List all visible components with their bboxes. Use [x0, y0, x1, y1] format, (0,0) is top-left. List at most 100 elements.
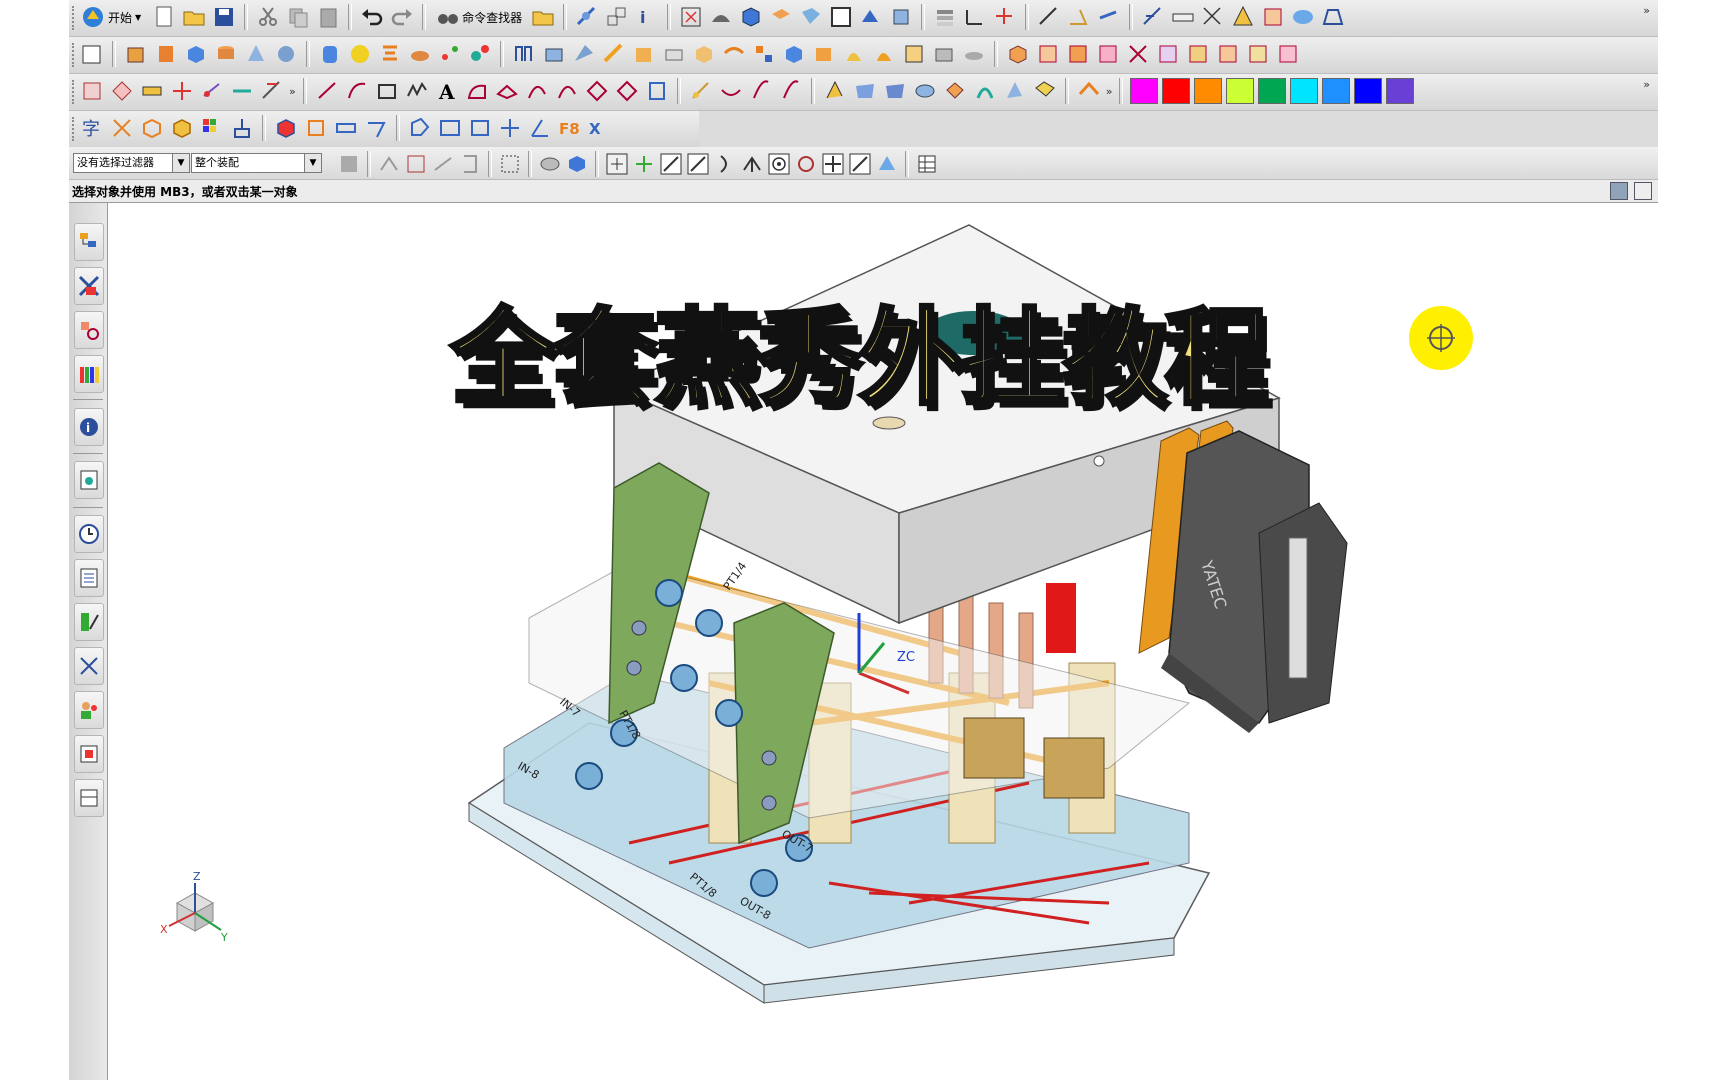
helix-icon[interactable]	[644, 78, 670, 104]
color-swatch-green[interactable]	[1258, 78, 1287, 104]
mirror-icon[interactable]	[781, 41, 807, 67]
maximize-icon[interactable]	[1634, 182, 1652, 200]
snap-line-icon[interactable]	[659, 152, 683, 176]
plate-array-icon[interactable]	[467, 115, 493, 141]
web-browser-tab[interactable]	[74, 461, 104, 499]
mold-base-icon[interactable]	[1035, 41, 1061, 67]
datum-csys-icon[interactable]	[169, 78, 195, 104]
select-region-icon[interactable]	[498, 152, 522, 176]
trim-curve-icon[interactable]	[688, 78, 714, 104]
sew-icon[interactable]	[972, 78, 998, 104]
snap-midpoint-icon[interactable]	[632, 152, 656, 176]
offset-surface-icon[interactable]	[942, 78, 968, 104]
process-studio-tab[interactable]	[74, 603, 104, 641]
text-icon[interactable]: A	[434, 78, 460, 104]
offset-curve-icon[interactable]	[464, 78, 490, 104]
subtract-icon[interactable]	[961, 41, 987, 67]
color-swatch-cyan[interactable]	[1290, 78, 1319, 104]
point-set-icon[interactable]	[79, 78, 105, 104]
cut-icon[interactable]	[255, 4, 281, 30]
plate-icon[interactable]	[333, 115, 359, 141]
layout-icon[interactable]	[604, 4, 630, 30]
point-icon[interactable]	[199, 78, 225, 104]
selection-scope-dropdown[interactable]: 整个装配 ▼	[191, 153, 322, 173]
layer-settings-icon[interactable]	[932, 4, 958, 30]
full-screen-icon[interactable]	[1610, 182, 1628, 200]
toolbar-grip[interactable]	[72, 6, 78, 30]
snap-tangent-icon[interactable]	[686, 152, 710, 176]
extrude-shape-icon[interactable]	[1320, 4, 1346, 30]
step-icon[interactable]	[363, 115, 389, 141]
section-curve-icon[interactable]	[584, 78, 610, 104]
crosshair-icon[interactable]	[497, 115, 523, 141]
shell-icon[interactable]	[571, 41, 597, 67]
isoparametric-icon[interactable]	[614, 78, 640, 104]
emboss-icon[interactable]	[841, 41, 867, 67]
tube-icon[interactable]	[901, 41, 927, 67]
slider-icon[interactable]	[1155, 41, 1181, 67]
machine-tool-tab[interactable]	[74, 779, 104, 817]
color-swatch-purple[interactable]	[1386, 78, 1415, 104]
mold-report-icon[interactable]	[1275, 41, 1301, 67]
thicken-icon[interactable]	[721, 41, 747, 67]
ejector-icon[interactable]	[1185, 41, 1211, 67]
boss-icon[interactable]	[407, 41, 433, 67]
split-body-icon[interactable]	[661, 41, 687, 67]
dimension-icon[interactable]	[1200, 4, 1226, 30]
pad-icon[interactable]	[467, 41, 493, 67]
roles-tab[interactable]	[74, 691, 104, 729]
surface-icon[interactable]	[822, 78, 848, 104]
select-body-icon[interactable]	[538, 152, 562, 176]
hd3d-tools-tab[interactable]: i	[74, 408, 104, 446]
assembly-move-icon[interactable]	[858, 4, 884, 30]
snap-on-curve-icon[interactable]	[848, 152, 872, 176]
history-tab[interactable]	[74, 515, 104, 553]
new-file-icon[interactable]	[151, 4, 177, 30]
frame-icon[interactable]	[303, 115, 329, 141]
toolbar-overflow[interactable]: »	[1643, 4, 1650, 17]
toolbar-grip[interactable]	[72, 43, 78, 67]
offset-face-icon[interactable]	[691, 41, 717, 67]
rectangle-icon[interactable]	[374, 78, 400, 104]
projected-icon[interactable]	[259, 78, 285, 104]
snap-settings-icon[interactable]	[915, 152, 939, 176]
hole-icon[interactable]	[377, 41, 403, 67]
fit-view-icon[interactable]	[678, 4, 704, 30]
select-rule-icon[interactable]	[431, 152, 455, 176]
bolt-array-icon[interactable]	[437, 115, 463, 141]
deviation-icon[interactable]	[1140, 4, 1166, 30]
shape-icon[interactable]	[407, 115, 433, 141]
through-mesh-icon[interactable]	[882, 78, 908, 104]
datum-plane-icon[interactable]	[109, 78, 135, 104]
sphere-icon[interactable]	[273, 41, 299, 67]
open-recent-icon[interactable]	[530, 4, 556, 30]
toolbar-grip[interactable]	[72, 80, 78, 104]
cylinder-icon[interactable]	[317, 41, 343, 67]
measure-distance-icon[interactable]	[1036, 4, 1062, 30]
shaded-cube-icon[interactable]	[738, 4, 764, 30]
extend-curve-icon[interactable]	[718, 78, 744, 104]
manufacturing-wizards-tab[interactable]	[74, 647, 104, 685]
orient-view-icon[interactable]	[768, 4, 794, 30]
through-curves-icon[interactable]	[852, 78, 878, 104]
bridge-curve-icon[interactable]	[494, 78, 520, 104]
graphics-window[interactable]: YATEC PT1/4 PT1/8 IN-7 IN-8 OUT-7 OUT-8 …	[109, 203, 1658, 1080]
redo-icon[interactable]	[389, 4, 415, 30]
cavity-icon[interactable]	[1065, 41, 1091, 67]
fillet-curve-icon[interactable]	[778, 78, 804, 104]
face-curvature-icon[interactable]	[1290, 4, 1316, 30]
composite-curve-icon[interactable]	[524, 78, 550, 104]
color-swatch-lime[interactable]	[1226, 78, 1255, 104]
paste-icon[interactable]	[315, 4, 341, 30]
snap-existing-point-icon[interactable]	[821, 152, 845, 176]
angle-icon[interactable]	[527, 115, 553, 141]
snap-view-icon[interactable]	[574, 4, 600, 30]
f8-icon[interactable]: F8	[557, 115, 583, 141]
background-icon[interactable]	[798, 4, 824, 30]
cross-marker-icon[interactable]	[109, 115, 135, 141]
edge-blend-icon[interactable]	[511, 41, 537, 67]
sketch-icon[interactable]	[79, 41, 105, 67]
window-frame-icon[interactable]	[828, 4, 854, 30]
snap-intersection-icon[interactable]	[740, 152, 764, 176]
snap-endpoint-icon[interactable]	[605, 152, 629, 176]
